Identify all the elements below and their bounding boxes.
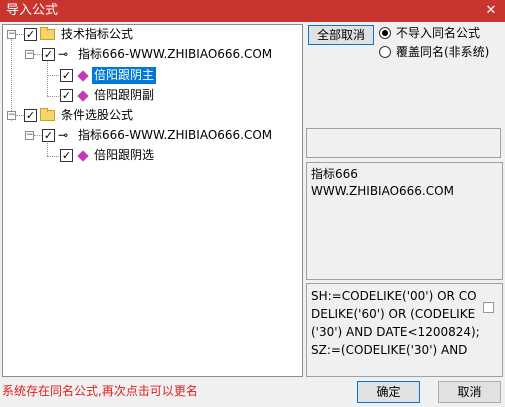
formula-name-panel: 指标666 WWW.ZHIBIAO666.COM [306, 162, 503, 280]
collapse-icon[interactable]: − [25, 131, 34, 140]
collapse-icon[interactable]: − [7, 30, 16, 39]
folder-icon [40, 27, 55, 40]
radio-selected-dot [382, 30, 388, 36]
cancel-all-button[interactable]: 全部取消 [308, 25, 374, 45]
node-checkbox[interactable]: ✓ [42, 129, 55, 142]
title-bar[interactable]: 导入公式 ✕ [0, 0, 505, 22]
collapse-icon[interactable]: − [25, 50, 34, 59]
window-title: 导入公式 [6, 3, 59, 18]
import-formula-dialog: 导入公式 ✕ − ✓ 技术指标公式 − ✓ ⊸ 指标666-WWW.ZHIBIA… [0, 0, 505, 407]
node-checkbox[interactable]: ✓ [42, 48, 55, 61]
radio-skip-label[interactable]: 不导入同名公式 [396, 26, 480, 40]
tree-node-screening-category[interactable]: − ✓ 条件选股公式 [3, 107, 302, 124]
node-label: 倍阳跟阴副 [94, 88, 155, 102]
node-label: 技术指标公式 [61, 27, 134, 41]
formula-code-text: SH:=CODELIKE('00') OR CODELIKE('60') OR … [311, 289, 480, 357]
node-label: 倍阳跟阴选 [94, 148, 155, 162]
radio-overwrite-label[interactable]: 覆盖同名(非系统) [396, 45, 489, 59]
radio-skip-duplicates[interactable] [379, 27, 391, 39]
formula-diamond-icon [77, 70, 89, 82]
node-checkbox[interactable]: ✓ [60, 89, 73, 102]
tree-node-screening-group[interactable]: − ✓ ⊸ 指标666-WWW.ZHIBIAO666.COM [3, 127, 302, 144]
tree-node-indicator-group[interactable]: − ✓ ⊸ 指标666-WWW.ZHIBIAO666.COM [3, 46, 302, 63]
node-checkbox[interactable]: ✓ [24, 28, 37, 41]
formula-site: WWW.ZHIBIAO666.COM [311, 184, 454, 198]
key-icon: ⊸ [58, 47, 69, 61]
tree-node-formula-screen[interactable]: ✓ 倍阳跟阴选 [3, 147, 302, 164]
node-label: 指标666-WWW.ZHIBIAO666.COM [78, 128, 273, 142]
formula-code-panel[interactable]: SH:=CODELIKE('00') OR CODELIKE('60') OR … [306, 283, 503, 377]
tree-node-formula-sub[interactable]: ✓ 倍阳跟阴副 [3, 87, 302, 104]
node-label: 条件选股公式 [61, 108, 134, 122]
cancel-button[interactable]: 取消 [438, 381, 501, 403]
folder-icon [40, 108, 55, 121]
tree-node-indicator-category[interactable]: − ✓ 技术指标公式 [3, 26, 302, 43]
formula-name: 指标666 [311, 167, 358, 181]
node-checkbox[interactable]: ✓ [60, 149, 73, 162]
status-message: 系统存在同名公式,再次点击可以更名 [2, 384, 198, 398]
close-icon[interactable]: ✕ [477, 0, 505, 22]
radio-overwrite-duplicates[interactable] [379, 46, 391, 58]
tree-node-formula-main[interactable]: ✓ 倍阳跟阴主 [3, 67, 302, 84]
formula-diamond-icon [77, 150, 89, 162]
formula-tree[interactable]: − ✓ 技术指标公式 − ✓ ⊸ 指标666-WWW.ZHIBIAO666.CO… [2, 24, 303, 377]
code-option-checkbox[interactable] [483, 302, 494, 313]
node-label: 指标666-WWW.ZHIBIAO666.COM [78, 47, 273, 61]
ok-button[interactable]: 确定 [357, 381, 420, 403]
node-checkbox[interactable]: ✓ [60, 69, 73, 82]
key-icon: ⊸ [58, 128, 69, 142]
collapse-icon[interactable]: − [7, 111, 16, 120]
formula-diamond-icon [77, 90, 89, 102]
formula-info-bar [306, 128, 501, 158]
node-checkbox[interactable]: ✓ [24, 109, 37, 122]
node-label: 倍阳跟阴主 [92, 67, 157, 84]
